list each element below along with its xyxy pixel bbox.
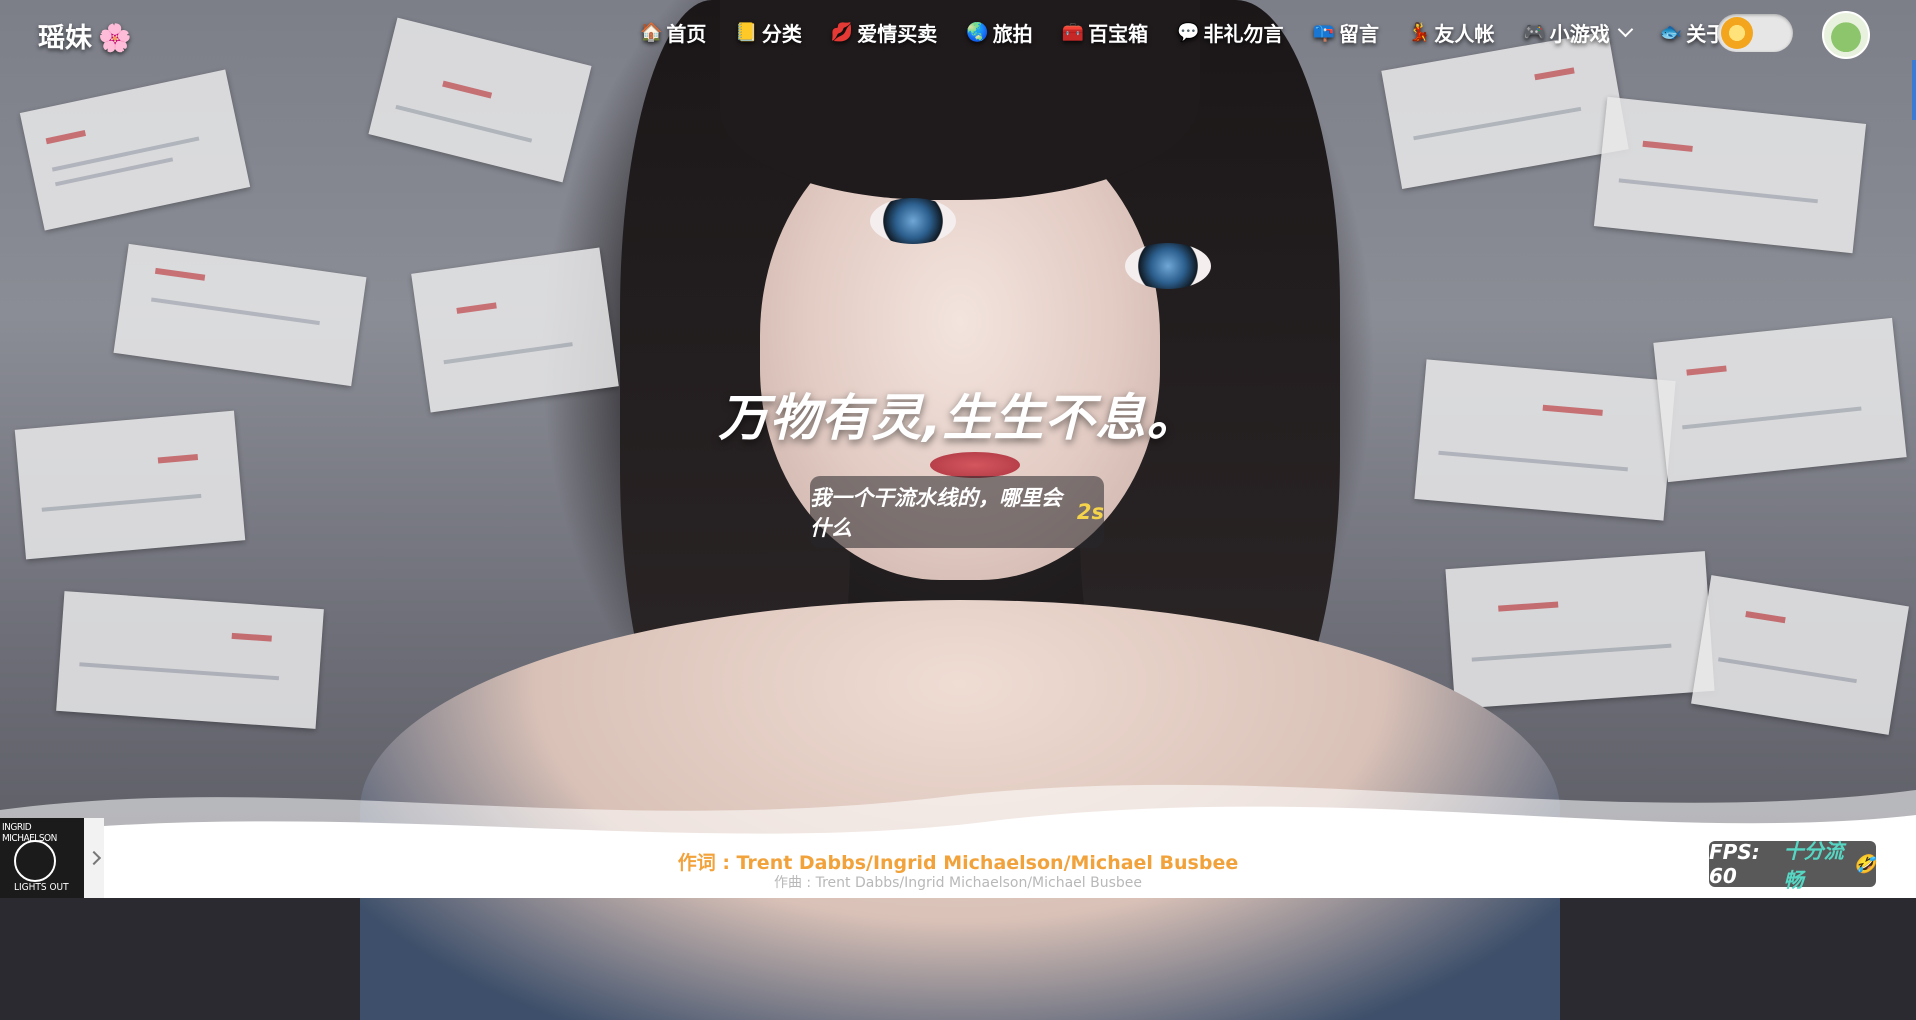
- fps-value: FPS: 60: [1709, 840, 1760, 888]
- gamepad-icon: 🎮: [1523, 22, 1546, 43]
- scroll-indicator: [1912, 60, 1916, 120]
- nav-item-home[interactable]: 🏠 首页: [640, 18, 706, 47]
- hero-title: 万物有灵,生生不息。: [718, 389, 1198, 447]
- nav-item-label: 首页: [666, 22, 707, 46]
- fps-meter: FPS: 60 十分流畅 🤣: [1709, 839, 1876, 892]
- hero-subtitle: 我一个干流水线的，哪里会什么: [810, 486, 1062, 540]
- house-icon: 🏠: [640, 22, 663, 43]
- nav-item-label: 留言: [1338, 22, 1379, 46]
- laughing-emoji-icon: 🤣: [1853, 853, 1876, 875]
- nav-item-label: 旅拍: [992, 22, 1033, 46]
- top-navigation: 瑶妹 🌸 🏠 首页 📒 分类 💋 爱情买卖 🌏 旅拍 🧰 百宝箱 💬 非礼勿言 📪 留言 💃 友人…: [0, 0, 1916, 64]
- theme-toggle[interactable]: [1717, 14, 1793, 52]
- nav-item-label: 友人帐: [1434, 22, 1495, 46]
- globe-icon: 🌏: [966, 22, 989, 43]
- sun-icon: [1721, 17, 1753, 49]
- main-menu: 🏠 首页 📒 分类 💋 爱情买卖 🌏 旅拍 🧰 百宝箱 💬 非礼勿言 📪 留言 💃 友人帐 🎮 小…: [640, 18, 1755, 47]
- typing-cursor: 2s: [1076, 500, 1104, 524]
- lyric-next: 作曲 : Trent Dabbs/Ingrid Michaelson/Micha…: [773, 875, 1143, 891]
- nav-item-love[interactable]: 💋 爱情买卖: [831, 18, 937, 47]
- dancer-icon: 💃: [1407, 22, 1431, 43]
- nav-item-toolbox[interactable]: 🧰 百宝箱: [1062, 18, 1148, 47]
- flower-icon: 🌸: [98, 23, 132, 54]
- chevron-down-icon: [1617, 21, 1634, 38]
- notebook-icon: 📒: [735, 22, 758, 43]
- mailbox-icon: 📪: [1312, 22, 1335, 43]
- fish-icon: 🐟: [1659, 22, 1683, 43]
- subtitle-box: 我一个干流水线的，哪里会什么 2s: [810, 476, 1104, 548]
- site-logo[interactable]: 瑶妹 🌸: [38, 16, 132, 55]
- nav-item-message[interactable]: 📪 留言: [1313, 18, 1379, 47]
- nav-item-friends[interactable]: 💃 友人帐: [1408, 18, 1494, 47]
- site-logo-text: 瑶妹: [38, 23, 92, 54]
- nav-item-talk[interactable]: 💬 非礼勿言: [1177, 18, 1283, 47]
- frog-avatar-icon[interactable]: [1822, 11, 1870, 59]
- fps-status: 十分流畅: [1783, 839, 1844, 892]
- nav-item-label: 百宝箱: [1088, 22, 1149, 46]
- nav-item-category[interactable]: 📒 分类: [735, 18, 801, 47]
- nav-item-label: 小游戏: [1549, 22, 1610, 46]
- toolbox-icon: 🧰: [1061, 22, 1085, 43]
- speech-bubble-icon: 💬: [1177, 22, 1200, 43]
- lyric-current: 作词 : Trent Dabbs/Ingrid Michaelson/Micha…: [677, 852, 1239, 874]
- lips-icon: 💋: [830, 22, 854, 43]
- nav-item-label: 分类: [761, 22, 802, 46]
- nav-item-label: 非礼勿言: [1203, 22, 1284, 46]
- nav-item-travel[interactable]: 🌏 旅拍: [966, 18, 1032, 47]
- nav-item-games[interactable]: 🎮 小游戏: [1523, 18, 1634, 47]
- nav-item-label: 爱情买卖: [857, 22, 938, 46]
